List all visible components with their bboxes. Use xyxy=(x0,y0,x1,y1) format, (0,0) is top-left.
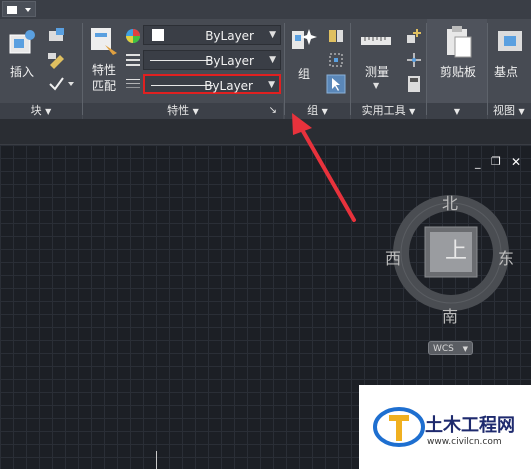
match-properties-icon xyxy=(91,28,117,55)
base-point-button[interactable]: 基点 xyxy=(494,25,531,87)
group-edit-icon[interactable] xyxy=(327,51,345,69)
clipboard-label: 剪贴板 xyxy=(439,65,476,79)
group-panel-title: 组 xyxy=(307,104,319,117)
ribbon: 插入 块 ▼ 特性 匹配 特性 ▼ ↘ ByLayer ▼ ByLayer ▼ … xyxy=(0,19,531,119)
utilities-panel-title: 实用工具 xyxy=(361,104,406,117)
color-dropdown[interactable]: ByLayer ▼ xyxy=(143,25,281,45)
viewcube-south[interactable]: 南 xyxy=(442,303,458,327)
chevron-down-icon: ▼ xyxy=(268,80,275,90)
ucs-y-axis xyxy=(156,451,157,469)
calculator-icon[interactable] xyxy=(405,75,423,93)
restore-icon[interactable]: ❐ xyxy=(491,155,501,168)
linetype-dropdown[interactable]: ByLayer ▼ xyxy=(143,50,281,70)
edit-attributes-icon[interactable] xyxy=(46,75,76,93)
panel-launcher-icon[interactable]: ↘ xyxy=(269,103,277,119)
measure-ruler-icon xyxy=(361,37,391,45)
color-wheel-icon[interactable] xyxy=(124,27,142,45)
ucs-label: WCS xyxy=(433,344,454,354)
watermark-logo xyxy=(373,407,425,447)
match-properties-label-2: 匹配 xyxy=(91,79,116,93)
viewcube-face-label: 上 xyxy=(444,239,467,264)
properties-panel-label[interactable]: 特性 ▼ ↘ xyxy=(83,103,283,119)
document-tab-strip xyxy=(0,119,531,145)
clipboard-panel-label[interactable]: ▼ xyxy=(427,103,487,119)
utilities-panel-label[interactable]: 实用工具 ▼ xyxy=(351,103,426,119)
block-panel: 插入 块 ▼ xyxy=(0,19,82,119)
linetype-preview xyxy=(150,60,212,61)
utilities-panel: 测量 ▼ 实用工具 ▼ xyxy=(351,19,426,119)
lineweight-value: ByLayer xyxy=(204,79,253,93)
linetype-icon[interactable] xyxy=(124,51,142,69)
chevron-down-icon: ▼ xyxy=(192,107,199,116)
group-label: 组 xyxy=(297,67,310,81)
lineweight-icon[interactable] xyxy=(124,75,142,93)
clipboard-panel: 剪贴板 ▼ xyxy=(427,19,487,119)
chevron-down-icon: ▼ xyxy=(321,107,328,116)
group-panel: 组 组 ▼ xyxy=(285,19,350,119)
chevron-down-icon: ▼ xyxy=(269,55,276,65)
color-swatch xyxy=(152,29,164,41)
clipboard-icon xyxy=(447,26,472,58)
viewcube-top-face[interactable]: 上 xyxy=(430,227,482,277)
view-panel: 基点 视图 ▼ xyxy=(488,19,531,119)
group-select-icon[interactable] xyxy=(326,74,346,94)
edit-block-icon[interactable] xyxy=(46,51,68,69)
chevron-down-icon: ▼ xyxy=(409,107,416,116)
close-icon[interactable]: ✕ xyxy=(511,155,521,169)
color-value: ByLayer xyxy=(205,29,254,43)
view-panel-label[interactable]: 视图 ▼ xyxy=(488,103,531,119)
insert-button[interactable]: 插入 xyxy=(4,27,40,89)
block-panel-label[interactable]: 块 ▼ xyxy=(0,103,82,119)
chevron-down-icon: ▼ xyxy=(453,107,461,116)
match-properties-button[interactable]: 特性 匹配 xyxy=(87,25,121,95)
viewcube-west[interactable]: 西 xyxy=(385,245,401,269)
id-point-icon[interactable] xyxy=(405,27,423,45)
properties-panel-title: 特性 xyxy=(167,104,190,117)
block-panel-title: 块 xyxy=(30,104,42,117)
viewcube-east[interactable]: 东 xyxy=(498,245,514,269)
ucs-dropdown[interactable]: WCS ▼ xyxy=(428,341,473,355)
chevron-down-icon: ▼ xyxy=(45,107,52,116)
ungroup-icon[interactable] xyxy=(327,27,345,45)
group-panel-label[interactable]: 组 ▼ xyxy=(285,103,350,119)
app-menu-icon xyxy=(7,6,31,14)
watermark-url: www.civilcn.com xyxy=(427,437,502,447)
minimize-icon[interactable]: _ xyxy=(475,156,481,169)
chevron-down-icon: ▼ xyxy=(462,345,468,353)
insert-label: 插入 xyxy=(9,65,34,79)
view-panel-title: 视图 xyxy=(493,104,515,117)
measure-label: 测量 xyxy=(364,65,389,79)
linetype-value: ByLayer xyxy=(205,54,254,68)
measure-button[interactable]: 测量 ▼ xyxy=(357,27,397,90)
lineweight-dropdown[interactable]: ByLayer ▼ xyxy=(143,74,281,94)
match-properties-label-1: 特性 xyxy=(91,63,116,77)
quick-access-menu-button[interactable] xyxy=(2,1,36,17)
clipboard-button[interactable]: 剪贴板 xyxy=(433,25,483,87)
watermark: 土木工程网 www.civilcn.com xyxy=(359,385,531,469)
base-point-label: 基点 xyxy=(494,65,519,79)
chevron-down-icon: ▼ xyxy=(518,107,525,116)
watermark-title: 土木工程网 xyxy=(425,415,515,436)
chevron-down-icon: ▼ xyxy=(269,30,276,40)
point-style-icon[interactable] xyxy=(405,51,423,69)
group-button[interactable]: 组 xyxy=(289,25,319,87)
viewcube-north[interactable]: 北 xyxy=(442,190,458,214)
create-block-icon[interactable] xyxy=(46,27,68,45)
group-icon xyxy=(292,29,317,49)
insert-block-icon xyxy=(9,30,35,54)
base-point-icon xyxy=(498,31,522,51)
chevron-down-icon: ▼ xyxy=(373,81,380,90)
quick-access-toolbar xyxy=(0,0,531,19)
